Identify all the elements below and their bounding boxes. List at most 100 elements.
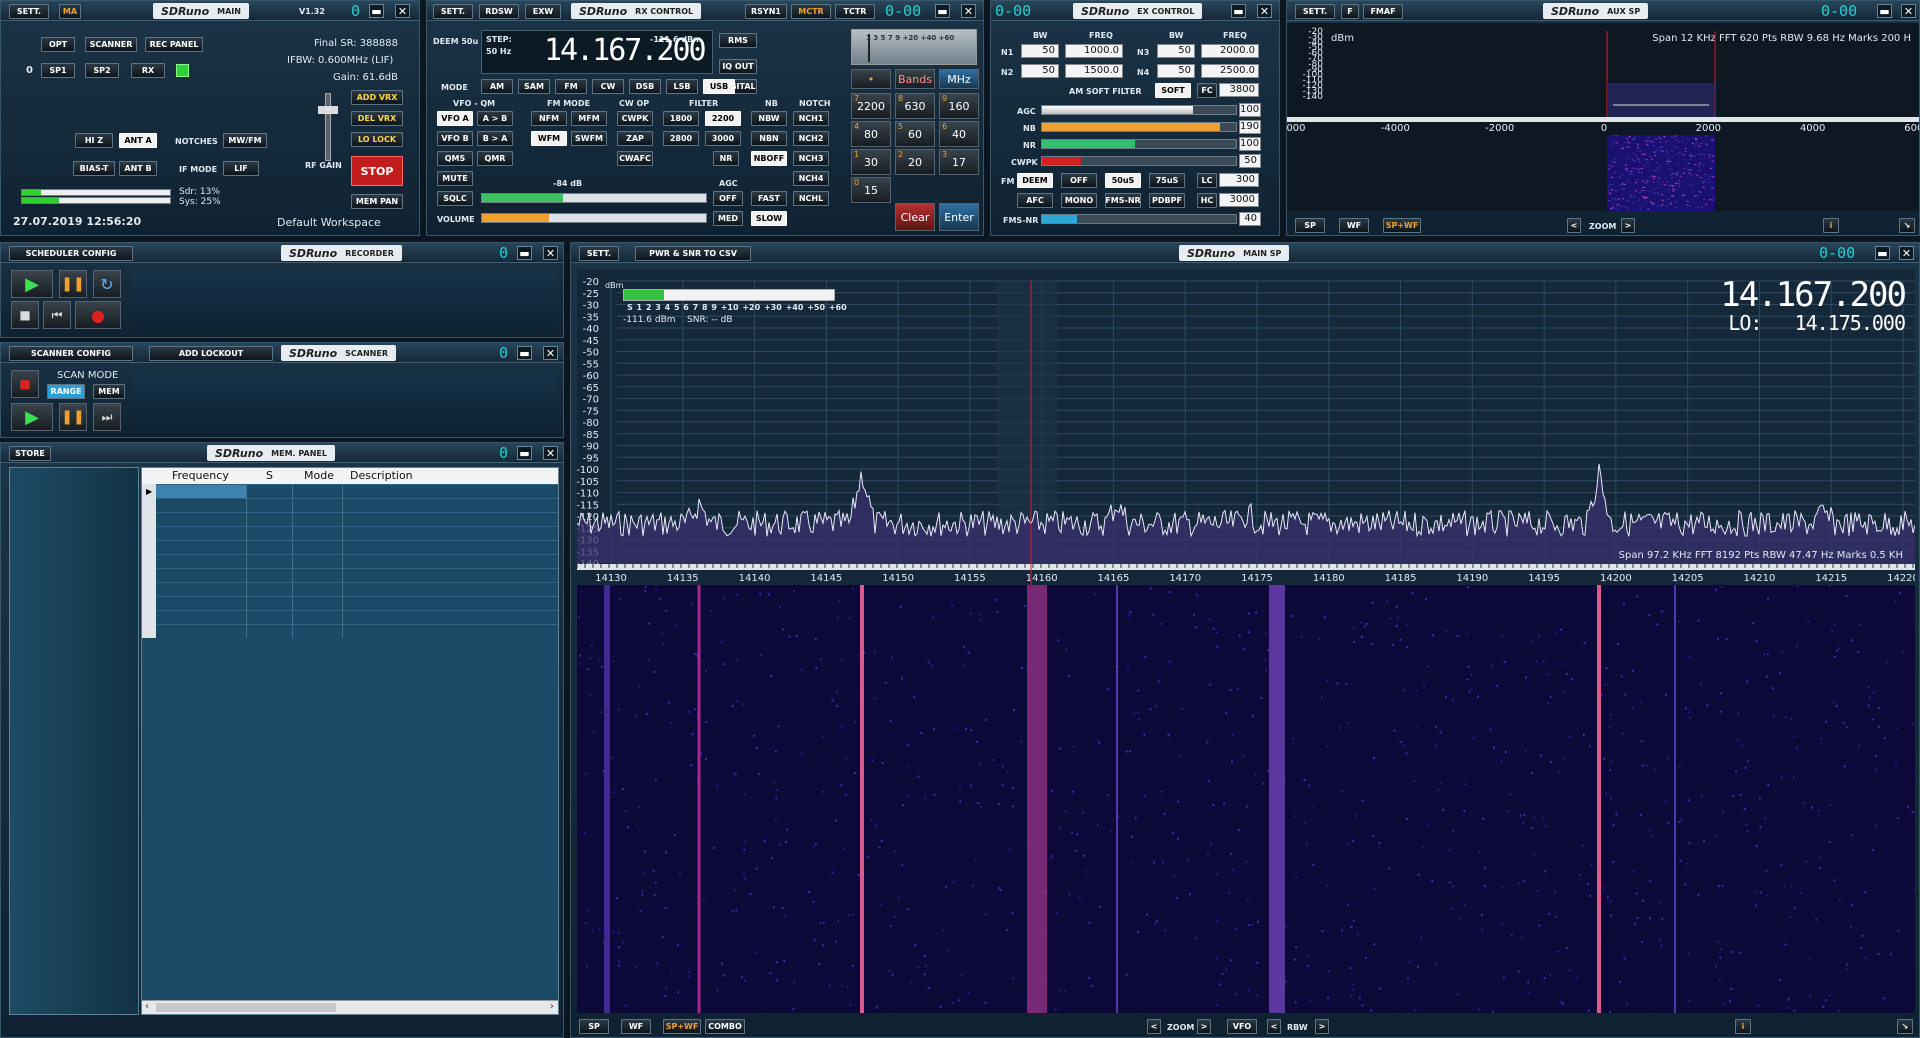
nb-value[interactable]: 190 bbox=[1239, 120, 1261, 134]
aux-resize-icon[interactable]: ↘ bbox=[1899, 218, 1915, 233]
mainsp-spwf-button[interactable]: SP+WF bbox=[663, 1019, 701, 1034]
n4-freq-field[interactable]: 2500.0 bbox=[1201, 64, 1259, 78]
close-icon[interactable]: ✕ bbox=[543, 346, 558, 360]
nchl-button[interactable]: NCHL bbox=[793, 191, 829, 206]
scheduler-config-button[interactable]: SCHEDULER CONFIG bbox=[9, 246, 133, 261]
minimize-icon[interactable]: ▬ bbox=[517, 346, 532, 360]
squelch-slider[interactable] bbox=[481, 193, 707, 203]
rms-button[interactable]: RMS bbox=[719, 33, 757, 48]
mainsp-resize-icon[interactable]: ↘ bbox=[1897, 1019, 1913, 1034]
fc-field[interactable]: 3800 bbox=[1219, 83, 1259, 97]
keypad-2-button[interactable]: 2 20 bbox=[895, 149, 935, 175]
keypad-6-button[interactable]: 6 40 bbox=[939, 121, 979, 147]
volume-slider[interactable] bbox=[481, 213, 707, 223]
nb-slider[interactable] bbox=[1041, 122, 1237, 132]
play-icon[interactable]: ▶ bbox=[11, 270, 53, 298]
minimize-icon[interactable]: ▬ bbox=[517, 246, 532, 260]
vfo-a-button[interactable]: VFO A bbox=[437, 111, 473, 126]
nr-slider[interactable] bbox=[1041, 139, 1237, 149]
ant-a-button[interactable]: ANT A bbox=[119, 133, 157, 148]
agc-off-button[interactable]: OFF bbox=[713, 191, 743, 206]
rf-gain-slider[interactable] bbox=[318, 93, 338, 161]
50us-button[interactable]: 50uS bbox=[1105, 173, 1141, 188]
b-to-a-button[interactable]: B > A bbox=[477, 131, 513, 146]
fc-button[interactable]: FC bbox=[1197, 83, 1217, 98]
zoom-out-button[interactable]: < bbox=[1147, 1019, 1161, 1034]
mode-usb-button[interactable]: USB bbox=[703, 79, 735, 94]
minimize-icon[interactable]: ▬ bbox=[1231, 4, 1246, 18]
opt-button[interactable]: OPT bbox=[41, 37, 75, 52]
mainsp-info-button[interactable]: i bbox=[1735, 1019, 1751, 1034]
mhz-button[interactable]: MHz bbox=[939, 69, 979, 89]
deem-button[interactable]: DEEM bbox=[1017, 173, 1053, 188]
n2-bw-field[interactable]: 50 bbox=[1021, 64, 1059, 78]
cwpk-slider[interactable] bbox=[1041, 156, 1237, 166]
fms-nr-button[interactable]: FMS-NR bbox=[1105, 193, 1141, 208]
scanner-button[interactable]: SCANNER bbox=[85, 37, 137, 52]
range-button[interactable]: RANGE bbox=[47, 384, 85, 399]
aux-sett-button[interactable]: SETT. bbox=[1295, 4, 1335, 19]
aux-zoom-out-button[interactable]: < bbox=[1567, 218, 1581, 233]
a-to-b-button[interactable]: A > B bbox=[477, 111, 513, 126]
rdsw-button[interactable]: RDSW bbox=[479, 4, 519, 19]
clear-button[interactable]: Clear bbox=[895, 203, 935, 231]
n3-freq-field[interactable]: 2000.0 bbox=[1201, 44, 1259, 58]
record-icon[interactable]: ● bbox=[75, 301, 121, 329]
nch1-button[interactable]: NCH1 bbox=[793, 111, 829, 126]
mode-lsb-button[interactable]: LSB bbox=[666, 79, 698, 94]
wfm-button[interactable]: WFM bbox=[531, 131, 567, 146]
hc-field[interactable]: 3000 bbox=[1219, 193, 1259, 207]
keypad-8-button[interactable]: 8 630 bbox=[895, 93, 935, 119]
mwfm-button[interactable]: MW/FM bbox=[223, 133, 267, 148]
hc-button[interactable]: HC bbox=[1197, 193, 1217, 208]
n2-freq-field[interactable]: 1500.0 bbox=[1065, 64, 1123, 78]
nch2-button[interactable]: NCH2 bbox=[793, 131, 829, 146]
scan-skip-icon[interactable]: ⏭ bbox=[93, 403, 121, 431]
n1-freq-field[interactable]: 1000.0 bbox=[1065, 44, 1123, 58]
agc-slow-button[interactable]: SLOW bbox=[751, 211, 787, 226]
agc-value[interactable]: 100 bbox=[1239, 103, 1261, 117]
agc-slider[interactable] bbox=[1041, 105, 1237, 115]
enter-button[interactable]: Enter bbox=[939, 203, 979, 231]
col-frequency[interactable]: Frequency bbox=[172, 469, 229, 482]
fms-nr-slider[interactable] bbox=[1041, 214, 1237, 224]
bias-t-button[interactable]: BIAS-T bbox=[73, 161, 115, 176]
aux-spwf-button[interactable]: SP+WF bbox=[1383, 218, 1421, 233]
mainsp-wf-button[interactable]: WF bbox=[621, 1019, 651, 1034]
keypad-0-button[interactable]: 0 15 bbox=[851, 177, 891, 203]
close-icon[interactable]: ✕ bbox=[1257, 4, 1272, 18]
minimize-icon[interactable]: ▬ bbox=[517, 446, 532, 460]
cwpk-value[interactable]: 50 bbox=[1239, 154, 1261, 168]
qms-button[interactable]: QMS bbox=[437, 151, 473, 166]
mem-hscrollbar[interactable]: ‹ › bbox=[142, 1000, 558, 1014]
filter-3000-button[interactable]: 3000 bbox=[705, 131, 741, 146]
minimize-icon[interactable]: ▬ bbox=[369, 4, 384, 18]
close-icon[interactable]: ✕ bbox=[1899, 246, 1914, 260]
tctr-button[interactable]: TCTR bbox=[835, 4, 875, 19]
aux-sp-button[interactable]: SP bbox=[1295, 218, 1325, 233]
nbn-button[interactable]: NBN bbox=[751, 131, 787, 146]
nch3-button[interactable]: NCH3 bbox=[793, 151, 829, 166]
rf-gain-handle[interactable] bbox=[318, 106, 338, 114]
fmaf-button[interactable]: FMAF bbox=[1363, 4, 1403, 19]
cwpk-button[interactable]: CWPK bbox=[617, 111, 653, 126]
mode-cw-button[interactable]: CW bbox=[592, 79, 624, 94]
pdbpf-button[interactable]: PDBPF bbox=[1149, 193, 1185, 208]
rec-panel-button[interactable]: REC PANEL bbox=[145, 37, 203, 52]
keypad-7-button[interactable]: 7 2200 bbox=[851, 93, 891, 119]
close-icon[interactable]: ✕ bbox=[543, 246, 558, 260]
close-icon[interactable]: ✕ bbox=[543, 446, 558, 460]
qmr-button[interactable]: QMR bbox=[477, 151, 513, 166]
scroll-thumb[interactable] bbox=[156, 1003, 336, 1012]
minimize-icon[interactable]: ▬ bbox=[1875, 246, 1890, 260]
soft-button[interactable]: SOFT bbox=[1155, 83, 1191, 98]
n4-bw-field[interactable]: 50 bbox=[1157, 64, 1195, 78]
scanner-config-button[interactable]: SCANNER CONFIG bbox=[9, 346, 133, 361]
filter-1800-button[interactable]: 1800 bbox=[663, 111, 699, 126]
keypad-5-button[interactable]: 5 60 bbox=[895, 121, 935, 147]
75us-button[interactable]: 75uS bbox=[1149, 173, 1185, 188]
mute-button[interactable]: MUTE bbox=[437, 171, 473, 186]
vfo-b-button[interactable]: VFO B bbox=[437, 131, 473, 146]
pause-icon[interactable]: ❚❚ bbox=[59, 270, 87, 298]
col-mode[interactable]: Mode bbox=[304, 469, 334, 482]
